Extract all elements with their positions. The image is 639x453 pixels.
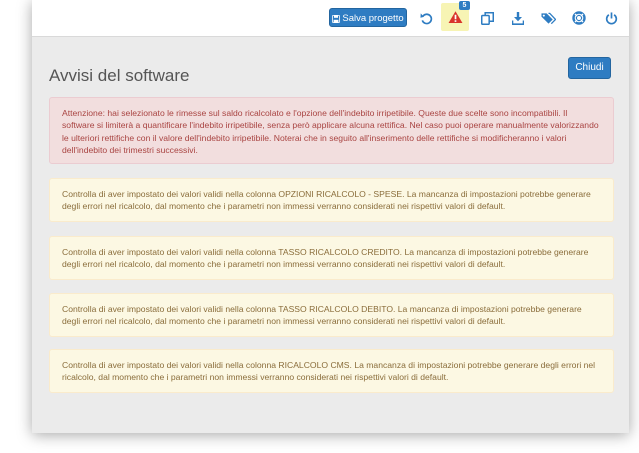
- logout-button[interactable]: [600, 7, 622, 29]
- copy-icon: [480, 11, 494, 25]
- close-button[interactable]: Chiudi: [568, 57, 611, 79]
- download-button[interactable]: [507, 7, 529, 29]
- life-ring-icon: [572, 11, 586, 25]
- app-window: Salva progetto 5 Avvisi del software Chi…: [32, 0, 629, 433]
- undo-icon: [419, 12, 432, 24]
- tags-icon: [540, 12, 556, 24]
- warnings-count-badge: 5: [459, 1, 470, 10]
- support-button[interactable]: [568, 7, 590, 29]
- warning-alert-cms: Controlla di aver impostato dei valori v…: [49, 349, 614, 393]
- power-icon: [605, 11, 617, 25]
- toolbar: Salva progetto 5: [32, 0, 629, 37]
- floppy-disk-icon: [332, 15, 341, 23]
- warning-alert-credit-rate: Controlla di aver impostato dei valori v…: [49, 236, 614, 280]
- tags-button[interactable]: [537, 7, 559, 29]
- warning-alert-options-expenses: Controlla di aver impostato dei valori v…: [49, 178, 614, 222]
- page-title: Avvisi del software: [49, 66, 190, 85]
- save-project-label: Salva progetto: [342, 13, 404, 24]
- undo-button[interactable]: [415, 7, 437, 29]
- warning-icon: [448, 11, 462, 23]
- download-icon: [512, 11, 524, 25]
- save-project-button[interactable]: Salva progetto: [329, 8, 407, 27]
- warning-alert-debit-rate: Controlla di aver impostato dei valori v…: [49, 293, 614, 337]
- copy-button[interactable]: [476, 7, 498, 29]
- danger-alert: Attenzione: hai selezionato le rimesse s…: [49, 97, 614, 164]
- warnings-button[interactable]: 5: [441, 1, 470, 31]
